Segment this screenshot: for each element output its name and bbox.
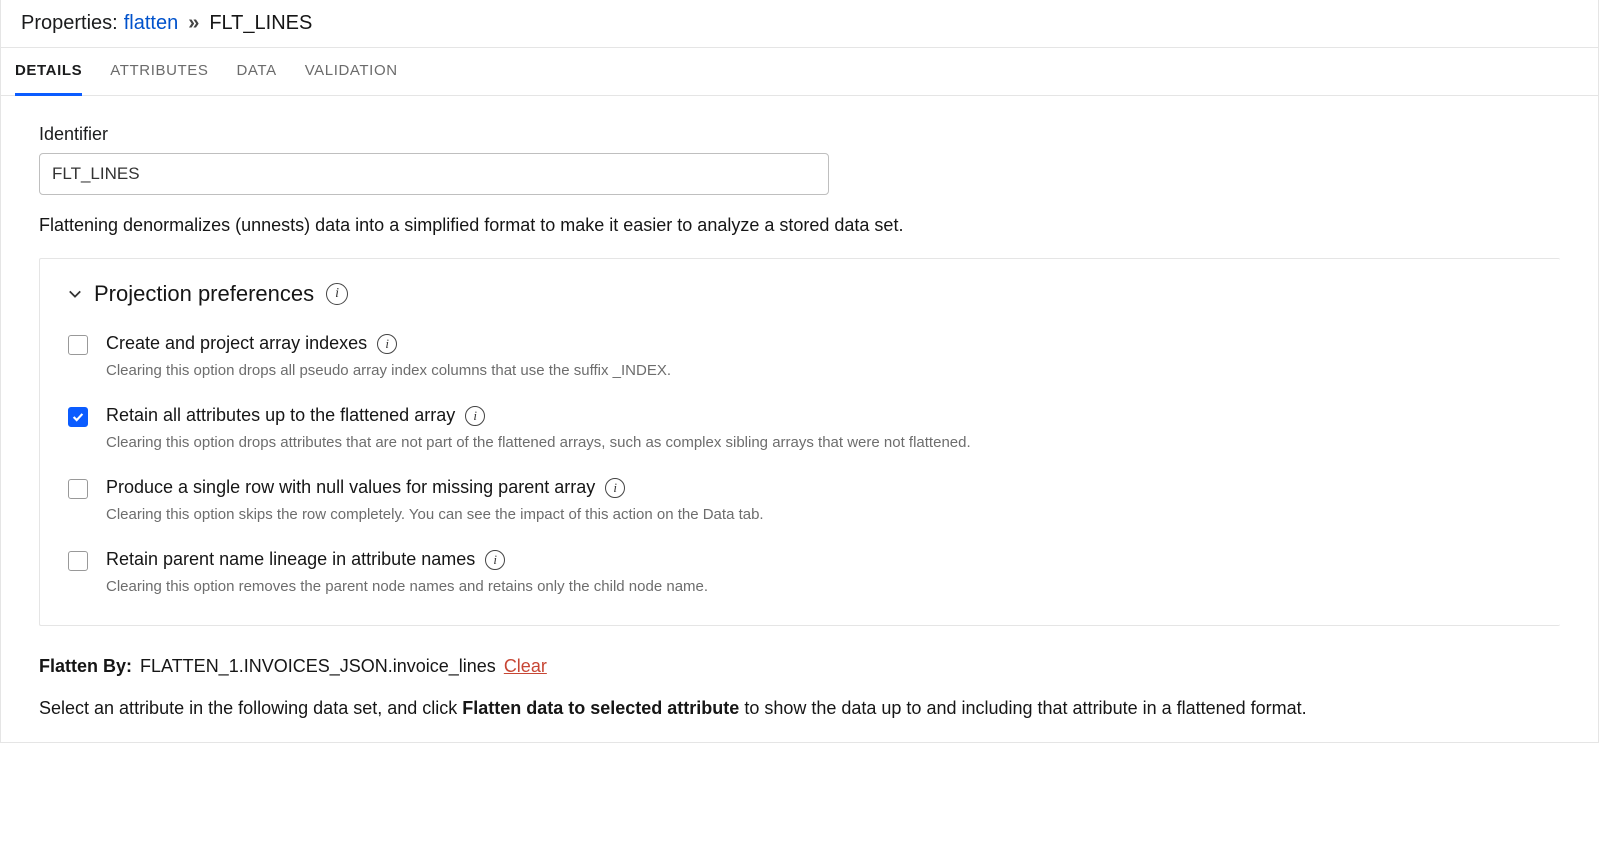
info-icon[interactable]: i: [465, 406, 485, 426]
breadcrumb-prefix: Properties:: [21, 12, 118, 35]
tab-data[interactable]: DATA: [237, 48, 277, 96]
option-create-project-indexes: Create and project array indexes i Clear…: [68, 333, 1532, 381]
details-content: Identifier Flattening denormalizes (unne…: [1, 96, 1598, 742]
checkbox-retain-lineage[interactable]: [68, 551, 88, 571]
projection-preferences-panel: Projection preferences i Create and proj…: [39, 258, 1560, 626]
breadcrumb-current: FLT_LINES: [209, 12, 312, 35]
tab-details[interactable]: DETAILS: [15, 48, 82, 96]
flatten-by-row: Flatten By: FLATTEN_1.INVOICES_JSON.invo…: [39, 656, 1560, 677]
flatten-by-label: Flatten By:: [39, 656, 132, 677]
info-icon[interactable]: i: [377, 334, 397, 354]
checkbox-create-project-indexes[interactable]: [68, 335, 88, 355]
option-label: Produce a single row with null values fo…: [106, 477, 595, 498]
identifier-input[interactable]: [39, 153, 829, 195]
breadcrumb: Properties: flatten » FLT_LINES: [1, 0, 1598, 48]
instruction-text: Select an attribute in the following dat…: [39, 695, 1560, 722]
option-desc: Clearing this option drops all pseudo ar…: [106, 360, 1532, 381]
option-label: Retain parent name lineage in attribute …: [106, 549, 475, 570]
checkbox-retain-attributes[interactable]: [68, 407, 88, 427]
checkbox-single-row-null[interactable]: [68, 479, 88, 499]
info-icon[interactable]: i: [485, 550, 505, 570]
option-retain-attributes: Retain all attributes up to the flattene…: [68, 405, 1532, 453]
info-icon[interactable]: i: [605, 478, 625, 498]
option-label: Retain all attributes up to the flattene…: [106, 405, 455, 426]
clear-link[interactable]: Clear: [504, 656, 547, 677]
breadcrumb-link-flatten[interactable]: flatten: [124, 12, 178, 35]
tab-validation[interactable]: VALIDATION: [305, 48, 398, 96]
flatten-description: Flattening denormalizes (unnests) data i…: [39, 213, 1560, 238]
option-desc: Clearing this option skips the row compl…: [106, 504, 1532, 525]
info-icon[interactable]: i: [326, 283, 348, 305]
chevron-down-icon: [68, 287, 82, 301]
tab-attributes[interactable]: ATTRIBUTES: [110, 48, 208, 96]
flatten-by-path: FLATTEN_1.INVOICES_JSON.invoice_lines: [140, 656, 496, 677]
tabs: DETAILS ATTRIBUTES DATA VALIDATION: [1, 48, 1598, 96]
option-single-row-null: Produce a single row with null values fo…: [68, 477, 1532, 525]
option-desc: Clearing this option removes the parent …: [106, 576, 1532, 597]
identifier-label: Identifier: [39, 124, 1560, 145]
breadcrumb-separator: »: [188, 12, 199, 35]
option-retain-lineage: Retain parent name lineage in attribute …: [68, 549, 1532, 597]
preferences-title: Projection preferences: [94, 281, 314, 307]
option-label: Create and project array indexes: [106, 333, 367, 354]
option-desc: Clearing this option drops attributes th…: [106, 432, 1532, 453]
preferences-header[interactable]: Projection preferences i: [68, 281, 1532, 307]
properties-panel: Properties: flatten » FLT_LINES DETAILS …: [0, 0, 1599, 743]
